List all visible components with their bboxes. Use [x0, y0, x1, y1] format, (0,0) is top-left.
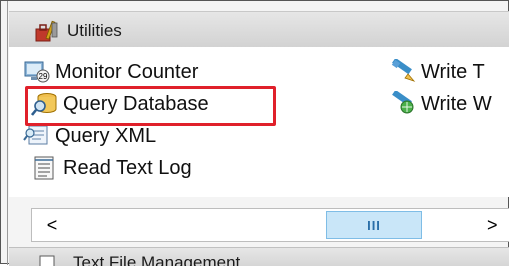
utilities-toolbox-icon — [35, 20, 58, 42]
group-title: Text File Management — [73, 253, 241, 266]
item-read-text-log[interactable]: Read Text Log — [31, 153, 192, 183]
write-web-icon — [392, 91, 414, 114]
item-label: Write W — [421, 92, 492, 115]
toolbox-panel: Utilities 29 Monitor Counter Query Datab… — [0, 0, 509, 266]
item-write-t[interactable]: Write T — [389, 57, 485, 87]
highlight-box — [25, 86, 276, 126]
scroll-right-arrow[interactable]: > — [487, 209, 509, 241]
group-header-text-file-management[interactable]: Text File Management — [9, 247, 509, 266]
write-pencil-icon — [391, 59, 416, 82]
text-file-icon — [39, 255, 55, 266]
scroll-left-arrow[interactable]: < — [32, 209, 72, 241]
scroll-thumb-grip: III — [367, 217, 381, 233]
scroll-thumb[interactable]: III — [326, 211, 422, 239]
item-monitor-counter[interactable]: 29 Monitor Counter — [23, 57, 198, 87]
query-xml-icon — [23, 125, 48, 145]
read-text-log-icon — [34, 156, 54, 180]
monitor-counter-icon: 29 — [24, 61, 50, 83]
group-title: Utilities — [67, 21, 122, 40]
item-label: Read Text Log — [63, 156, 192, 179]
panel-left-edge — [7, 1, 8, 265]
group-header-utilities[interactable]: Utilities — [9, 11, 509, 49]
item-label: Query XML — [55, 124, 157, 147]
item-label: Monitor Counter — [55, 60, 199, 83]
item-label: Write T — [421, 60, 485, 83]
item-write-w[interactable]: Write W — [389, 89, 492, 119]
horizontal-scrollbar[interactable]: < III > — [31, 208, 509, 242]
svg-text:29: 29 — [39, 72, 48, 81]
